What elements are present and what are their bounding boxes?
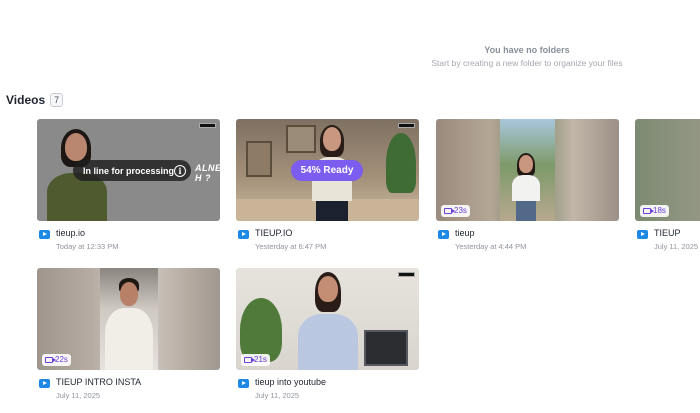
video-title[interactable]: tieup.io (56, 227, 220, 239)
video-file-icon (238, 379, 249, 388)
video-card[interactable]: 23s tieup Yesterday at 4:44 PM (436, 119, 619, 252)
videos-header: Videos 7 (6, 93, 64, 107)
duration-badge: 21s (241, 354, 270, 366)
info-icon[interactable]: i (174, 164, 186, 177)
video-date: July 11, 2025 (255, 391, 300, 400)
processing-badge: In line for processing i (73, 160, 191, 181)
thumbnail-person (506, 149, 546, 221)
video-thumbnail[interactable]: 18s (635, 119, 700, 221)
video-thumbnail[interactable]: 21s (236, 268, 419, 370)
video-file-icon (238, 230, 249, 239)
video-title[interactable]: TIEUP (654, 227, 700, 239)
duration-badge: 23s (441, 205, 470, 217)
video-meta: TIEUP INTRO INSTA July 11, 2025 (37, 376, 220, 401)
video-card[interactable]: 54% Ready TIEUP.IO Yesterday at 6:47 PM (236, 119, 419, 252)
empty-folders-subtitle: Start by creating a new folder to organi… (431, 58, 623, 68)
duration-text: 18s (653, 206, 666, 215)
empty-folders-title: You have no folders (484, 45, 570, 55)
video-file-icon (39, 379, 50, 388)
video-thumbnail[interactable]: 23s (436, 119, 619, 221)
video-card[interactable]: 21s tieup into youtube July 11, 2025 (236, 268, 419, 401)
video-meta: tieup Yesterday at 4:44 PM (436, 227, 619, 252)
thumbnail-overlay-caption: ALNE H ? (195, 163, 220, 183)
thumbnail-person (296, 268, 360, 370)
video-meta: TIEUP.IO Yesterday at 6:47 PM (236, 227, 419, 252)
video-camera-icon (444, 208, 455, 214)
video-file-icon (39, 230, 50, 239)
video-title[interactable]: tieup (455, 227, 619, 239)
thumbnail-plant (386, 133, 416, 193)
video-meta: tieup.io Today at 12:33 PM (37, 227, 220, 252)
progress-badge: 54% Ready (291, 160, 363, 181)
video-title[interactable]: tieup into youtube (255, 376, 419, 388)
video-date: Yesterday at 4:44 PM (455, 242, 527, 251)
video-title[interactable]: TIEUP.IO (255, 227, 419, 239)
thumbnail-frame (246, 141, 272, 177)
videos-count-badge: 7 (50, 93, 64, 107)
duration-text: 22s (55, 355, 68, 364)
video-date: July 11, 2025 (56, 391, 101, 400)
thumbnail-plant (240, 298, 282, 362)
video-date: Yesterday at 6:47 PM (255, 242, 327, 251)
thumbnail-person (103, 276, 155, 370)
video-card[interactable]: 18s TIEUP July 11, 2025 (635, 119, 700, 252)
video-file-icon (637, 230, 648, 239)
video-file-icon (438, 230, 449, 239)
video-camera-icon (643, 208, 654, 214)
video-thumbnail[interactable]: 54% Ready (236, 119, 419, 221)
video-camera-icon (244, 357, 255, 363)
video-thumbnail[interactable]: 22s (37, 268, 220, 370)
watermark-logo (398, 123, 415, 128)
video-date: Today at 12:33 PM (56, 242, 119, 251)
empty-folders-message: You have no folders Start by creating a … (380, 44, 674, 70)
watermark-logo (398, 272, 415, 277)
video-card[interactable]: 22s TIEUP INTRO INSTA July 11, 2025 (37, 268, 220, 401)
thumbnail-monitor (364, 330, 408, 366)
video-camera-icon (45, 357, 56, 363)
video-card[interactable]: In line for processing i ALNE H ? tieup.… (37, 119, 220, 252)
video-meta: TIEUP July 11, 2025 (635, 227, 700, 252)
duration-badge: 18s (640, 205, 669, 217)
watermark-logo (199, 123, 216, 128)
video-meta: tieup into youtube July 11, 2025 (236, 376, 419, 401)
processing-status-text: In line for processing (83, 165, 175, 176)
videos-title: Videos (6, 93, 46, 107)
video-date: July 11, 2025 (654, 242, 699, 251)
video-title[interactable]: TIEUP INTRO INSTA (56, 376, 220, 388)
duration-text: 23s (454, 206, 467, 215)
duration-text: 21s (254, 355, 267, 364)
video-thumbnail[interactable]: In line for processing i ALNE H ? (37, 119, 220, 221)
duration-badge: 22s (42, 354, 71, 366)
